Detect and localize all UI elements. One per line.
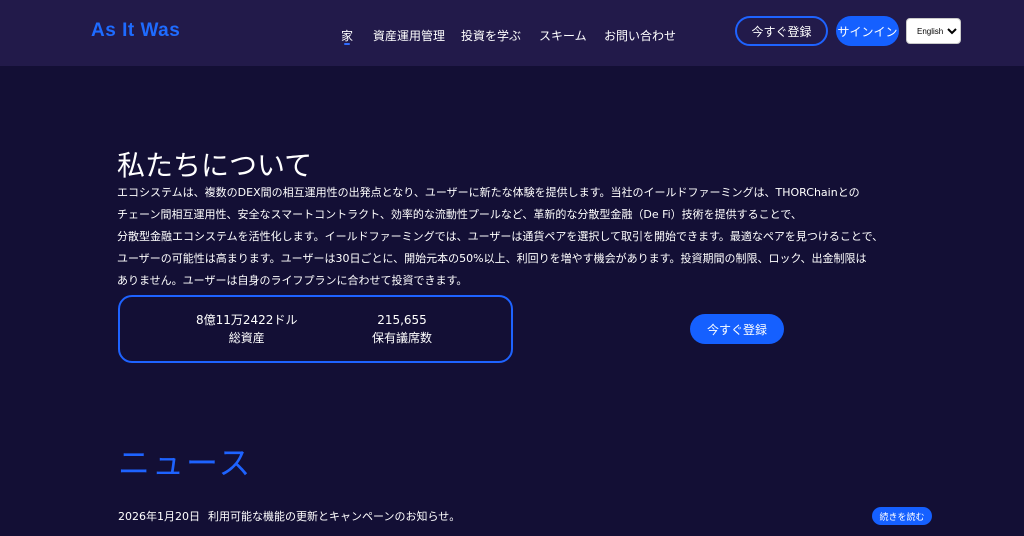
stats-panel: 8億11万2422ドル 総資産 215,655 保有議席数 <box>118 295 513 363</box>
news-item: 2026年1月20日 利用可能な機能の更新とキャンペーンのお知らせ。 続きを読む <box>118 507 932 525</box>
nav-item-learn-investing[interactable]: 投資を学ぶ <box>461 27 521 44</box>
news-title: ニュース <box>118 444 253 482</box>
about-line: チェーン間相互運用性、安全なスマートコントラクト、効率的な流動性プールなど、革新… <box>117 208 802 221</box>
about-title: 私たちについて <box>117 149 313 182</box>
about-line: 分散型金融エコシステムを活性化します。イールドファーミングでは、ユーザーは通貨ペ… <box>117 230 884 243</box>
signin-button[interactable]: サインイン <box>836 16 899 46</box>
news-headline[interactable]: 利用可能な機能の更新とキャンペーンのお知らせ。 <box>208 508 460 524</box>
language-select[interactable]: English <box>906 18 961 44</box>
stat-label: 保有議席数 <box>372 331 433 345</box>
site-logo[interactable]: As It Was <box>91 20 180 42</box>
stat-total-assets: 8億11万2422ドル 総資産 <box>196 311 297 347</box>
register-button[interactable]: 今すぐ登録 <box>735 16 828 46</box>
stat-seats: 215,655 保有議席数 <box>372 311 432 347</box>
nav-item-asset-management[interactable]: 資産運用管理 <box>373 27 445 44</box>
nav-item-scheme[interactable]: スキーム <box>539 27 587 44</box>
about-description: エコシステムは、複数のDEX間の相互運用性の出発点となり、ユーザーに新たな体験を… <box>117 182 907 292</box>
about-line: ありません。ユーザーは自身のライフプランに合わせて投資できます。 <box>117 274 468 287</box>
nav-item-contact[interactable]: お問い合わせ <box>604 27 676 44</box>
site-header: As It Was 家 資産運用管理 投資を学ぶ スキーム お問い合わせ 今すぐ… <box>0 0 1024 66</box>
news-date: 2026年1月20日 <box>118 510 200 523</box>
stat-label: 総資産 <box>228 331 265 345</box>
read-more-button[interactable]: 続きを読む <box>872 507 932 525</box>
stat-value: 215,655 <box>377 313 427 327</box>
stat-value: 8億11万2422ドル <box>196 313 298 327</box>
about-line: エコシステムは、複数のDEX間の相互運用性の出発点となり、ユーザーに新たな体験を… <box>117 186 860 199</box>
register-now-button[interactable]: 今すぐ登録 <box>690 314 784 344</box>
nav-item-home[interactable]: 家 <box>341 27 353 45</box>
about-line: ユーザーの可能性は高まります。ユーザーは30日ごとに、開始元本の50%以上、利回… <box>117 252 867 265</box>
